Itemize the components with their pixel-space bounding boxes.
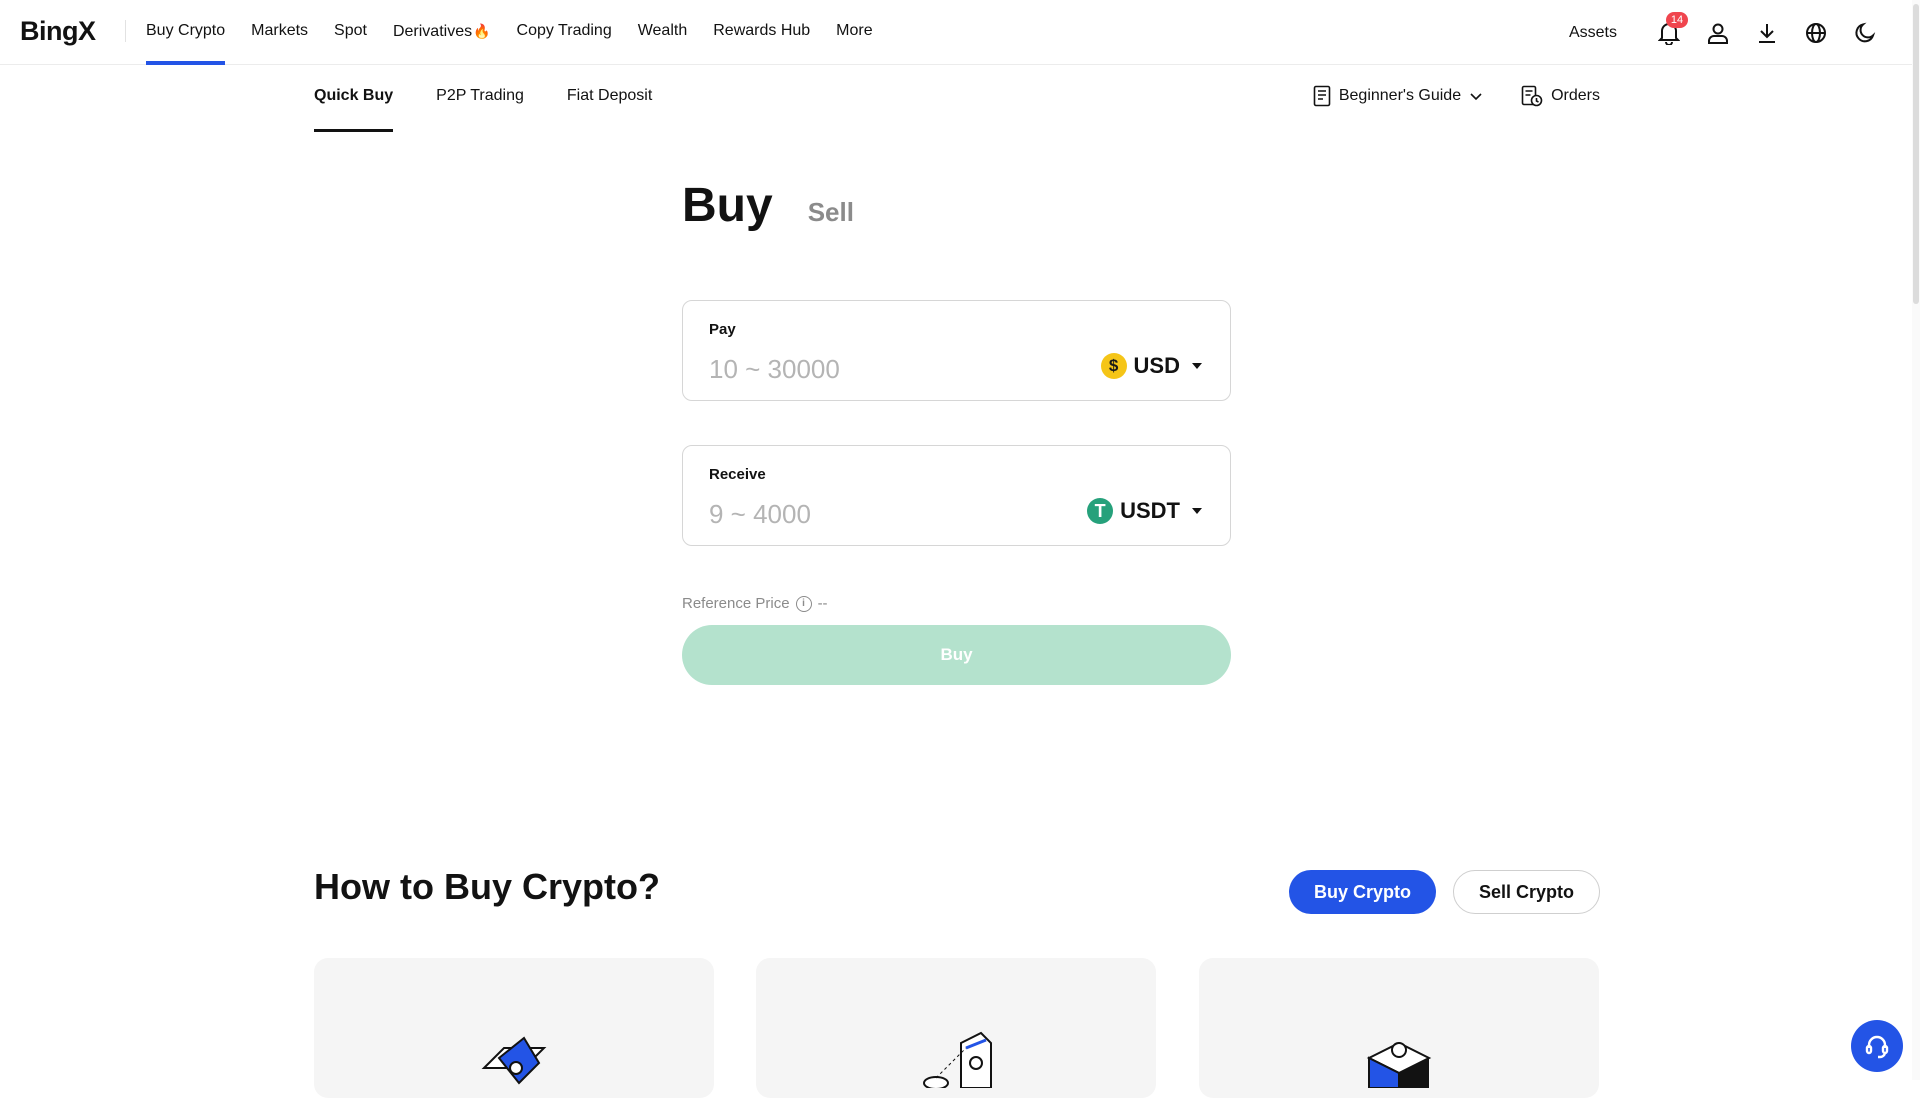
nav-label: Copy Trading: [516, 22, 612, 39]
globe-icon[interactable]: [1801, 18, 1831, 48]
beginners-guide-dropdown[interactable]: Beginner's Guide: [1313, 85, 1483, 107]
orders-link[interactable]: Orders: [1521, 85, 1600, 107]
nav-label: More: [836, 22, 873, 39]
orders-icon: [1521, 85, 1543, 107]
pay-currency-selector[interactable]: $ USD: [1100, 353, 1202, 379]
fire-icon: 🔥: [473, 23, 491, 39]
assets-link[interactable]: Assets: [1569, 24, 1617, 42]
chevron-down-icon: [1470, 93, 1482, 101]
account-nav: Assets 14: [1569, 0, 1880, 65]
nav-item-rewards-hub[interactable]: Rewards Hub: [713, 0, 810, 65]
pay-currency-code: USD: [1133, 353, 1180, 378]
notification-badge: 14: [1666, 11, 1688, 28]
reference-price-label: Reference Price: [682, 595, 790, 612]
tab-sell[interactable]: Sell: [808, 197, 854, 228]
nav-item-more[interactable]: More: [836, 0, 872, 65]
step-card: [314, 958, 714, 1098]
user-icon[interactable]: [1703, 18, 1733, 48]
payment-illustration: [923, 1031, 992, 1088]
pay-amount-input[interactable]: [709, 351, 1049, 387]
nav-item-markets[interactable]: Markets: [251, 0, 308, 65]
headset-icon: [1865, 1035, 1889, 1059]
info-icon[interactable]: i: [795, 595, 812, 612]
nav-label: Spot: [334, 22, 367, 39]
buy-sell-tabs: Buy Sell: [682, 178, 854, 233]
nav-label: Rewards Hub: [713, 22, 811, 39]
tab-fiat-deposit[interactable]: Fiat Deposit: [567, 66, 652, 132]
nav-item-wealth[interactable]: Wealth: [638, 0, 688, 65]
nav-item-buy-crypto[interactable]: Buy Crypto: [146, 0, 226, 65]
wallet-illustration: [481, 1036, 547, 1085]
support-chat-button[interactable]: [1851, 1020, 1903, 1072]
nav-divider: [125, 20, 126, 42]
reference-price-value: --: [817, 595, 828, 612]
how-to-buy-title: How to Buy Crypto?: [314, 866, 660, 907]
bingx-logo[interactable]: BingX: [20, 14, 96, 48]
nav-label: Derivatives: [392, 23, 473, 40]
nav-label: Buy Crypto: [146, 22, 226, 39]
top-navigation-bar: BingX Buy Crypto Markets Spot Derivative…: [0, 0, 1920, 65]
step-card: [1199, 958, 1599, 1098]
caret-down-icon: [1192, 508, 1202, 514]
tab-buy[interactable]: Buy: [682, 178, 773, 233]
beginners-guide-label: Beginner's Guide: [1338, 87, 1462, 104]
nav-item-copy-trading[interactable]: Copy Trading: [517, 0, 612, 65]
receive-currency-selector[interactable]: T USDT: [1087, 498, 1202, 524]
receive-amount-input[interactable]: [709, 496, 1049, 532]
receive-label: Receive: [709, 466, 766, 483]
sub-navigation: Quick Buy P2P Trading Fiat Deposit: [314, 66, 695, 132]
orders-label: Orders: [1551, 87, 1600, 104]
page-scrollbar[interactable]: [1912, 0, 1920, 1080]
receive-field: Receive T USDT: [682, 445, 1231, 546]
crypto-box-illustration: [1366, 1041, 1432, 1088]
sell-crypto-button[interactable]: Sell Crypto: [1453, 870, 1600, 914]
step-card: [756, 958, 1156, 1098]
nav-item-derivatives[interactable]: Derivatives🔥: [393, 0, 491, 65]
usd-coin-icon: $: [1100, 353, 1127, 379]
tab-p2p-trading[interactable]: P2P Trading: [436, 66, 524, 132]
pay-label: Pay: [709, 321, 736, 338]
buy-button[interactable]: Buy: [682, 625, 1231, 685]
nav-label: Wealth: [637, 22, 688, 39]
download-icon[interactable]: [1752, 18, 1782, 48]
main-nav: Buy Crypto Markets Spot Derivatives🔥 Cop…: [146, 0, 899, 65]
reference-price: Reference Price i --: [682, 595, 828, 612]
caret-down-icon: [1192, 363, 1202, 369]
usdt-coin-icon: T: [1087, 498, 1114, 524]
nav-label: Markets: [251, 22, 309, 39]
buy-crypto-button[interactable]: Buy Crypto: [1289, 870, 1436, 914]
document-icon: [1313, 85, 1331, 107]
moon-icon[interactable]: [1850, 18, 1880, 48]
bell-icon[interactable]: 14: [1654, 11, 1688, 48]
receive-currency-code: USDT: [1120, 498, 1180, 523]
nav-item-spot[interactable]: Spot: [334, 0, 367, 65]
scrollbar-thumb[interactable]: [1913, 4, 1919, 304]
tab-quick-buy[interactable]: Quick Buy: [314, 66, 394, 132]
pay-field: Pay $ USD: [682, 300, 1231, 401]
sub-nav-actions: Beginner's Guide Orders: [1275, 66, 1600, 126]
